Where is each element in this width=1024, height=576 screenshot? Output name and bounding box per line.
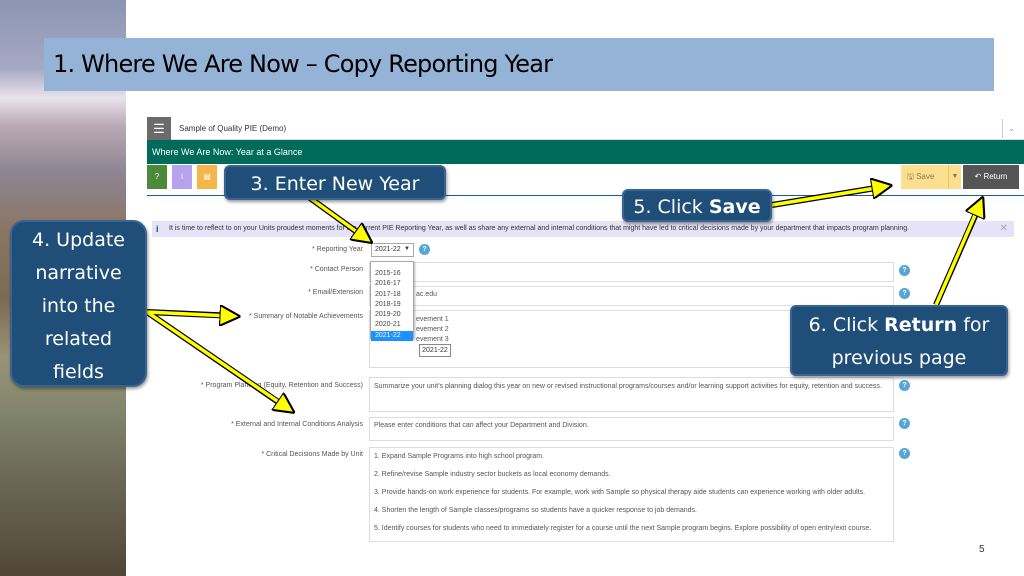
decision-item: 3. Provide hands-on work experience for … — [374, 489, 866, 496]
hamburger-menu-icon[interactable]: ☰ — [147, 117, 171, 140]
decisions-textarea[interactable]: 1. Expand Sample Programs into high scho… — [369, 447, 894, 542]
callout-step5-bold: Save — [708, 196, 761, 218]
year-option[interactable]: 2018-19 — [371, 300, 413, 310]
info-button[interactable]: i — [172, 165, 192, 189]
return-label: Return — [983, 172, 1008, 181]
callout-step6-prefix: 6. Click — [808, 314, 885, 336]
floppy-disk-icon: 🖫 — [907, 172, 914, 181]
app-topbar: ☰ Sample of Quality PIE (Demo) ⌄ — [147, 117, 1024, 140]
reporting-year-options: 2015-16 2016-17 2017-18 2018-19 2019-20 … — [370, 261, 414, 342]
page-number: 5 — [979, 544, 985, 555]
info-icon: i — [156, 224, 159, 234]
help-circle-icon[interactable]: ? — [899, 288, 910, 299]
help-circle-icon[interactable]: ? — [899, 448, 910, 459]
help-circle-icon[interactable]: ? — [899, 418, 910, 429]
callout-step4-line: narrative — [35, 262, 122, 284]
callout-step4: 4. Update narrative into the related fie… — [10, 220, 147, 387]
email-input[interactable]: ac.edu — [369, 286, 894, 306]
save-dropdown-caret-icon[interactable]: ▼ — [948, 165, 961, 189]
callout-step5: 5. Click Save — [622, 189, 772, 222]
save-button[interactable]: 🖫 Save ▼ — [901, 165, 961, 189]
program-planning-textarea[interactable]: Summarize your unit's planning dialog th… — [369, 377, 894, 412]
callout-step6-line1: 6. Click Return for — [792, 309, 1006, 342]
callout-step4-line: fields — [53, 361, 104, 383]
conditions-label: * External and Internal Conditions Analy… — [231, 421, 363, 428]
return-arrow-icon: ↶ — [974, 172, 982, 181]
year-option[interactable]: 2015-16 — [371, 269, 413, 279]
help-circle-icon[interactable]: ? — [419, 244, 430, 255]
decisions-label: * Critical Decisions Made by Unit — [261, 451, 363, 458]
info-message: It is time to reflect to on your Units p… — [169, 225, 910, 232]
chevron-down-icon: ▼ — [404, 246, 410, 252]
callout-step6-bold: Return — [884, 314, 958, 336]
decision-item: 4. Shorten the length of Sample classes/… — [374, 507, 697, 514]
help-button[interactable]: ? — [147, 165, 167, 189]
contact-person-input[interactable] — [369, 262, 894, 282]
info-alert: i It is time to reflect to on your Units… — [152, 221, 1014, 237]
decision-item: 5. Identify courses for students who nee… — [374, 525, 872, 532]
save-label: Save — [916, 172, 935, 181]
callout-step4-line: into the — [41, 295, 116, 317]
callout-step6: 6. Click Return for previous page — [790, 305, 1008, 376]
callout-step4-line: related — [44, 328, 113, 350]
slide-title-bar: 1. Where We Are Now – Copy Reporting Yea… — [44, 38, 994, 91]
callout-step5-text: 5. Click — [633, 196, 709, 218]
year-tooltip: 2021-22 — [419, 344, 451, 357]
year-option-selected[interactable]: 2021-22 — [371, 330, 413, 342]
decision-item: 1. Expand Sample Programs into high scho… — [374, 453, 545, 460]
chevron-down-icon[interactable]: ⌄ — [1002, 119, 1020, 138]
callout-step6-suffix: for — [957, 314, 990, 336]
callout-step4-line: 4. Update — [32, 229, 125, 251]
callout-step6-line2: previous page — [831, 347, 967, 369]
year-option[interactable]: 2019-20 — [371, 310, 413, 320]
year-option[interactable]: 2017-18 — [371, 290, 413, 300]
page-title: Where We Are Now: Year at a Glance — [152, 147, 303, 157]
year-option[interactable]: 2016-17 — [371, 279, 413, 289]
notes-button[interactable]: ▤ — [197, 165, 217, 189]
help-circle-icon[interactable]: ? — [899, 380, 910, 391]
reporting-year-value: 2021-22 — [375, 246, 401, 253]
year-option[interactable]: 2020-21 — [371, 320, 413, 330]
conditions-textarea[interactable]: Please enter conditions that can affect … — [369, 417, 894, 441]
slide-title: 1. Where We Are Now – Copy Reporting Yea… — [53, 50, 553, 78]
help-circle-icon[interactable]: ? — [899, 265, 910, 276]
close-icon[interactable]: ✕ — [1000, 221, 1008, 237]
return-button[interactable]: ↶ Return — [963, 165, 1019, 189]
decision-item: 2. Refine/revise Sample industry sector … — [374, 471, 611, 478]
callout-step3: 3. Enter New Year — [224, 165, 446, 200]
reporting-year-select[interactable]: 2021-22 ▼ — [371, 243, 414, 257]
app-name: Sample of Quality PIE (Demo) — [179, 124, 287, 133]
page-header: Where We Are Now: Year at a Glance — [147, 140, 1024, 164]
